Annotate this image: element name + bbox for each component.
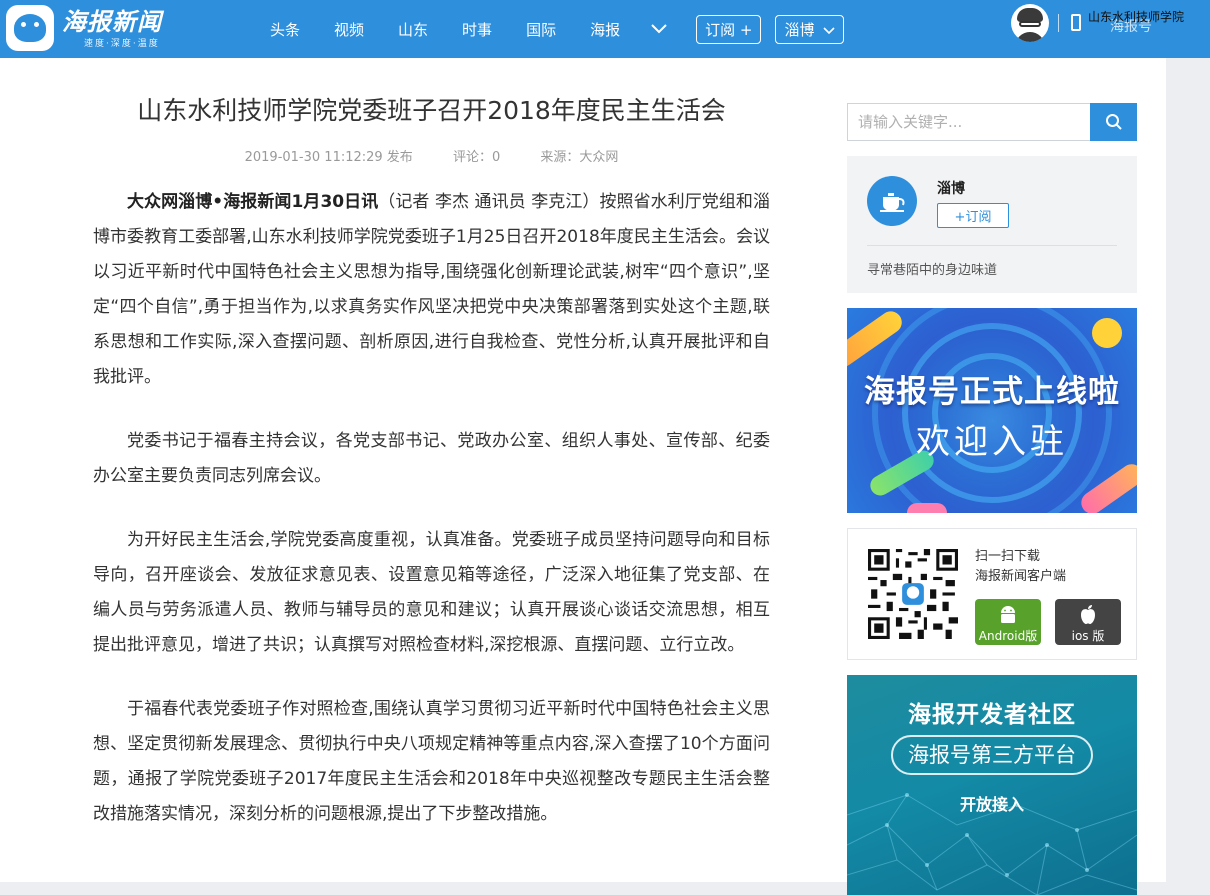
nav-item-video[interactable]: 视频 [334, 19, 364, 40]
banner-platform-label: 海报号第三方平台 [891, 735, 1093, 775]
chevron-down-icon [823, 26, 835, 34]
account-description: 寻常巷陌中的身边味道 [867, 263, 998, 278]
article-source: 来源：大众网 [540, 150, 619, 165]
nav-item-shandong[interactable]: 山东 [398, 19, 428, 40]
top-navigation-bar: 海报新闻 速度·深度·温度 头条 视频 山东 时事 国际 海报 订阅 + 淄博 … [0, 0, 1210, 58]
chevron-down-icon[interactable] [648, 19, 670, 39]
site-logo[interactable]: 海报新闻 速度·深度·温度 [6, 2, 186, 54]
nav-item-haibao[interactable]: 海报 [590, 19, 620, 40]
article-meta: 2019-01-30 11:12:29 发布 评论：0 来源：大众网 [93, 146, 770, 165]
account-subscribe-button[interactable]: +订阅 [937, 203, 1009, 228]
teapot-logo-icon[interactable] [867, 176, 917, 226]
logo-slogan: 速度·深度·温度 [84, 38, 160, 49]
publish-time: 2019-01-30 11:12:29 发布 [244, 150, 413, 165]
seal-mascot-icon [6, 5, 54, 51]
banner-open-access: 开放接入 [959, 795, 1024, 814]
account-card: 淄博 +订阅 寻常巷陌中的身边味道 [847, 156, 1137, 293]
qr-code-icon [868, 549, 958, 639]
download-hint: 扫一扫下载 [975, 549, 1041, 564]
search-icon [1105, 114, 1122, 130]
logo-name: 海报新闻 [62, 7, 162, 36]
nav-item-headlines[interactable]: 头条 [270, 19, 300, 40]
subscribe-button[interactable]: 订阅 + [696, 14, 762, 44]
article-paragraph: 大众网淄博•海报新闻1月30日讯（记者 李杰 通讯员 李克江）按照省水利厅党组和… [93, 185, 770, 395]
search-input[interactable] [847, 103, 1090, 141]
banner-headline: 海报开发者社区 [908, 702, 1076, 728]
search-button[interactable] [1090, 103, 1137, 141]
developer-community-banner[interactable]: 海报开发者社区 海报号第三方平台 开放接入 [847, 675, 1137, 895]
nav-item-current-affairs[interactable]: 时事 [462, 19, 492, 40]
mobile-phone-icon[interactable] [1071, 14, 1081, 31]
article-paragraph: 党委书记于福春主持会议，各党支部书记、党政办公室、组织人事处、宣传部、纪委办公室… [93, 431, 770, 486]
header-divider [1058, 14, 1059, 32]
banner-headline: 海报号正式上线啦 [864, 374, 1120, 410]
apple-icon [1081, 605, 1095, 624]
ios-download-label: ios 版 [1071, 629, 1105, 643]
comment-count[interactable]: 评论：0 [453, 150, 500, 165]
divider [867, 245, 1117, 246]
city-select[interactable]: 淄博 [775, 14, 845, 44]
nav-item-international[interactable]: 国际 [526, 19, 556, 40]
android-download-label: Android版 [978, 629, 1038, 643]
user-name[interactable]: 山东水利技师学院 [1088, 8, 1184, 25]
article: 山东水利技师学院党委班子召开2018年度民主生活会 2019-01-30 11:… [93, 58, 770, 832]
account-name[interactable]: 淄博 [937, 178, 965, 198]
city-select-label: 淄博 [784, 20, 815, 39]
article-paragraph-text: （记者 李杰 通讯员 李克江）按照省水利厅党组和淄博市委教育工委部署,山东水利技… [93, 192, 770, 387]
article-paragraph: 为开好民主生活会,学院党委高度重视，认真准备。党委班子成员坚持问题导向和目标导向… [93, 530, 770, 655]
article-lead: 大众网淄博•海报新闻1月30日讯 [127, 192, 379, 212]
search-bar [847, 103, 1137, 141]
user-avatar[interactable] [1011, 4, 1049, 42]
article-title: 山东水利技师学院党委班子召开2018年度民主生活会 [137, 96, 726, 125]
page-content: 山东水利技师学院党委班子召开2018年度民主生活会 2019-01-30 11:… [0, 58, 1166, 895]
sidebar: 淄博 +订阅 寻常巷陌中的身边味道 海报号正式上线啦 欢迎入驻 [847, 58, 1137, 895]
article-paragraph: 于福春代表党委班子作对照检查,围绕认真学习贯彻习近平新时代中国特色社会主义思想、… [93, 699, 770, 824]
haibao-hao-launch-banner[interactable]: 海报号正式上线啦 欢迎入驻 [847, 308, 1137, 513]
main-nav: 头条 视频 山东 时事 国际 海报 订阅 + 淄博 [270, 0, 858, 58]
android-download-button[interactable]: Android版 [975, 599, 1041, 645]
page-gutter [1166, 58, 1210, 882]
app-download-box: 扫一扫下载 海报新闻客户端 Android版 ios 版 [847, 528, 1137, 660]
android-icon [1001, 606, 1015, 623]
banner-subline: 欢迎入驻 [916, 422, 1068, 462]
ios-download-button[interactable]: ios 版 [1055, 599, 1121, 645]
download-app-name: 海报新闻客户端 [975, 569, 1067, 584]
